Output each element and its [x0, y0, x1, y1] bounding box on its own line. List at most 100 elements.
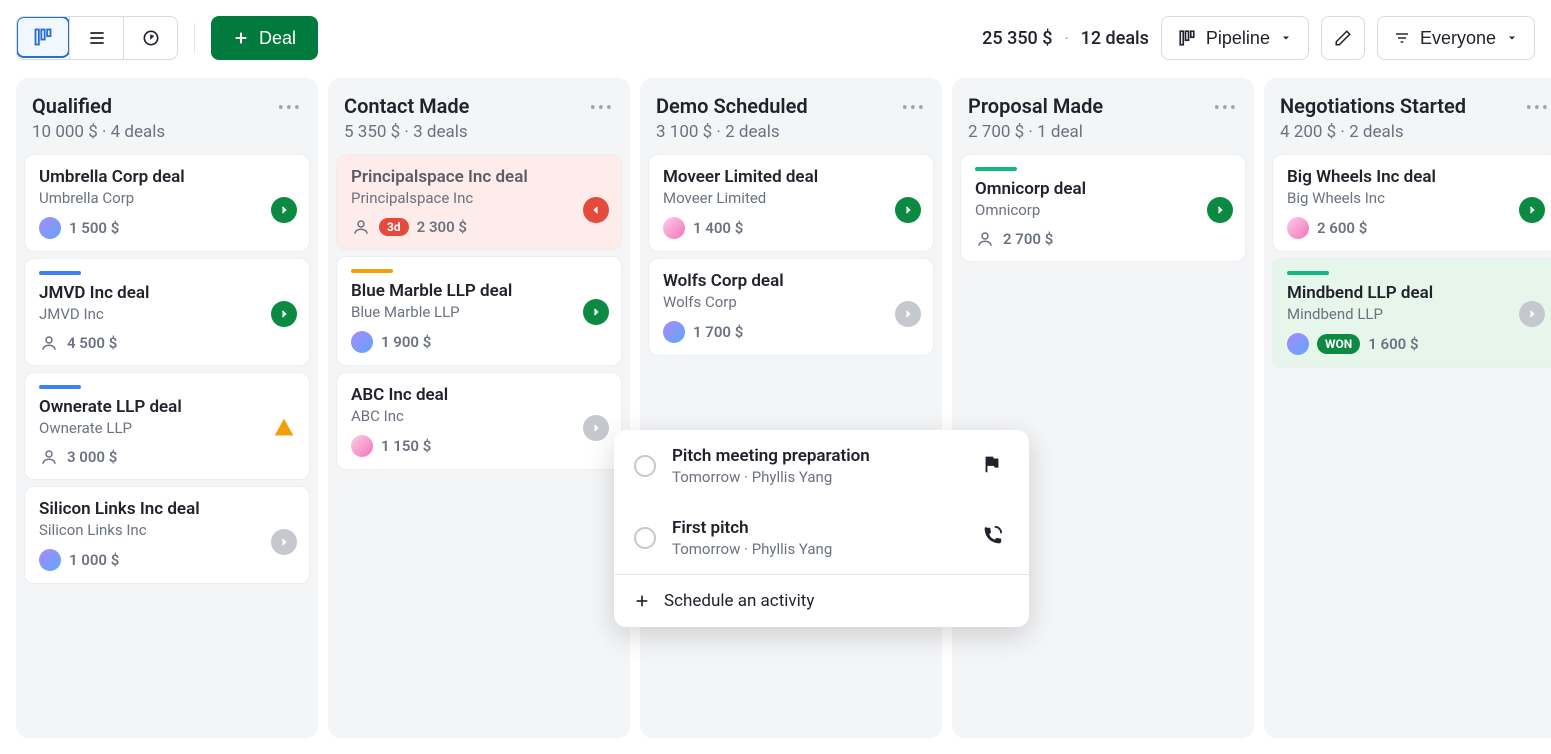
activity-meta: Tomorrow · Phyllis Yang: [672, 468, 965, 486]
status-indicator[interactable]: [583, 415, 609, 441]
deal-title: Umbrella Corp deal: [39, 167, 295, 187]
activity-checkbox[interactable]: [634, 527, 656, 549]
pipeline-column: Negotiations Started4 200 $ · 2 deals•••…: [1264, 78, 1551, 738]
avatar: [351, 331, 373, 353]
column-header: Negotiations Started4 200 $ · 2 deals•••: [1272, 90, 1551, 154]
add-deal-button[interactable]: Deal: [211, 16, 318, 60]
pencil-icon: [1334, 29, 1352, 47]
status-indicator[interactable]: [1207, 197, 1233, 223]
status-indicator[interactable]: [271, 529, 297, 555]
deal-card[interactable]: Mindbend LLP dealMindbend LLPWON1 600 $: [1272, 258, 1551, 368]
column-menu-button[interactable]: •••: [590, 94, 614, 119]
column-cards: Principalspace Inc dealPrincipalspace In…: [336, 154, 622, 470]
person-icon: [39, 447, 59, 467]
deal-meta: 2 600 $: [1287, 217, 1543, 239]
avatar: [39, 217, 61, 239]
phone-icon: [981, 525, 1009, 551]
deal-org: Big Wheels Inc: [1287, 189, 1543, 207]
deal-org: Omnicorp: [975, 201, 1231, 219]
column-title: Proposal Made: [968, 94, 1103, 118]
status-indicator[interactable]: [895, 197, 921, 223]
toolbar-left: Deal: [16, 16, 318, 60]
deal-amount: 1 700 $: [693, 323, 743, 341]
divider: [194, 23, 195, 53]
deal-card[interactable]: Wolfs Corp dealWolfs Corp1 700 $: [648, 258, 934, 356]
forecast-icon: [141, 28, 161, 48]
deal-meta: 2 700 $: [975, 229, 1231, 249]
view-forecast-button[interactable]: [123, 17, 177, 59]
deal-card[interactable]: Moveer Limited deal Moveer Limited 1 400 $: [648, 154, 934, 252]
owner-filter-label: Everyone: [1420, 28, 1496, 49]
person-icon: [351, 217, 371, 237]
column-cards: Umbrella Corp dealUmbrella Corp1 500 $JM…: [24, 154, 310, 584]
column-title: Qualified: [32, 94, 165, 118]
status-indicator[interactable]: [583, 299, 609, 325]
deal-label-bar: [351, 269, 393, 273]
deal-card[interactable]: Umbrella Corp dealUmbrella Corp1 500 $: [24, 154, 310, 252]
deal-org: Wolfs Corp: [663, 293, 919, 311]
person-icon: [39, 333, 59, 353]
activity-item[interactable]: Pitch meeting preparation Tomorrow · Phyl…: [614, 430, 1029, 502]
column-menu-button[interactable]: •••: [902, 94, 926, 119]
column-cards: Omnicorp dealOmnicorp2 700 $: [960, 154, 1246, 262]
deal-title: Moveer Limited deal: [663, 167, 919, 187]
status-indicator[interactable]: [271, 197, 297, 223]
column-menu-button[interactable]: •••: [1214, 94, 1238, 119]
filter-icon: [1394, 30, 1410, 46]
deal-card[interactable]: Blue Marble LLP dealBlue Marble LLP1 900…: [336, 256, 622, 366]
status-indicator[interactable]: [1519, 301, 1545, 327]
deal-amount: 1 400 $: [693, 219, 743, 237]
view-kanban-button[interactable]: [16, 16, 70, 58]
deal-card[interactable]: ABC Inc dealABC Inc1 150 $: [336, 372, 622, 470]
deal-title: Mindbend LLP deal: [1287, 283, 1543, 303]
kanban-icon: [33, 27, 53, 47]
overdue-pill: 3d: [379, 218, 409, 236]
column-menu-button[interactable]: •••: [278, 94, 302, 119]
activity-checkbox[interactable]: [634, 455, 656, 477]
deal-meta: 3d2 300 $: [351, 217, 607, 237]
deal-card[interactable]: JMVD Inc dealJMVD Inc4 500 $: [24, 258, 310, 366]
schedule-activity-button[interactable]: Schedule an activity: [614, 574, 1029, 627]
pipeline-select[interactable]: Pipeline: [1161, 16, 1309, 60]
deal-title: Blue Marble LLP deal: [351, 281, 607, 301]
column-summary: 10 000 $ · 4 deals: [32, 122, 165, 142]
status-indicator[interactable]: [271, 301, 297, 327]
chevron-down-icon: [1506, 32, 1518, 44]
deal-meta: 1 000 $: [39, 549, 295, 571]
avatar: [39, 549, 61, 571]
deal-label-bar: [39, 271, 81, 275]
avatar: [663, 321, 685, 343]
avatar: [663, 217, 685, 239]
deal-meta: 1 400 $: [663, 217, 919, 239]
deal-amount: 2 600 $: [1317, 219, 1367, 237]
deal-org: Moveer Limited: [663, 189, 919, 207]
view-list-button[interactable]: [69, 17, 123, 59]
deal-org: Umbrella Corp: [39, 189, 295, 207]
pipeline-column: Demo Scheduled3 100 $ · 2 deals•••Moveer…: [640, 78, 942, 738]
column-summary: 4 200 $ · 2 deals: [1280, 122, 1466, 142]
deal-card[interactable]: Principalspace Inc dealPrincipalspace In…: [336, 154, 622, 250]
owner-filter[interactable]: Everyone: [1377, 16, 1535, 60]
deal-card[interactable]: Ownerate LLP dealOwnerate LLP3 000 $: [24, 372, 310, 480]
deal-card[interactable]: Big Wheels Inc dealBig Wheels Inc2 600 $: [1272, 154, 1551, 252]
pipeline-column: Proposal Made2 700 $ · 1 deal•••Omnicorp…: [952, 78, 1254, 738]
status-indicator[interactable]: [583, 197, 609, 223]
avatar: [351, 435, 373, 457]
deal-meta: 3 000 $: [39, 447, 295, 467]
deal-card[interactable]: Silicon Links Inc dealSilicon Links Inc1…: [24, 486, 310, 584]
summary: 25 350 $ · 12 deals: [982, 28, 1149, 49]
activity-meta: Tomorrow · Phyllis Yang: [672, 540, 965, 558]
person-icon: [975, 229, 995, 249]
deal-org: Principalspace Inc: [351, 189, 607, 207]
deal-card[interactable]: Omnicorp dealOmnicorp2 700 $: [960, 154, 1246, 262]
column-header: Demo Scheduled3 100 $ · 2 deals•••: [648, 90, 934, 154]
toolbar-right: 25 350 $ · 12 deals Pipeline Everyone: [982, 16, 1535, 60]
activity-title: Pitch meeting preparation: [672, 446, 965, 466]
status-indicator[interactable]: [895, 301, 921, 327]
add-deal-label: Deal: [259, 28, 296, 49]
edit-pipeline-button[interactable]: [1321, 16, 1365, 60]
activity-item[interactable]: First pitchTomorrow · Phyllis Yang: [614, 502, 1029, 574]
status-indicator[interactable]: [1519, 197, 1545, 223]
column-menu-button[interactable]: •••: [1526, 94, 1550, 119]
flag-icon: [981, 453, 1009, 479]
